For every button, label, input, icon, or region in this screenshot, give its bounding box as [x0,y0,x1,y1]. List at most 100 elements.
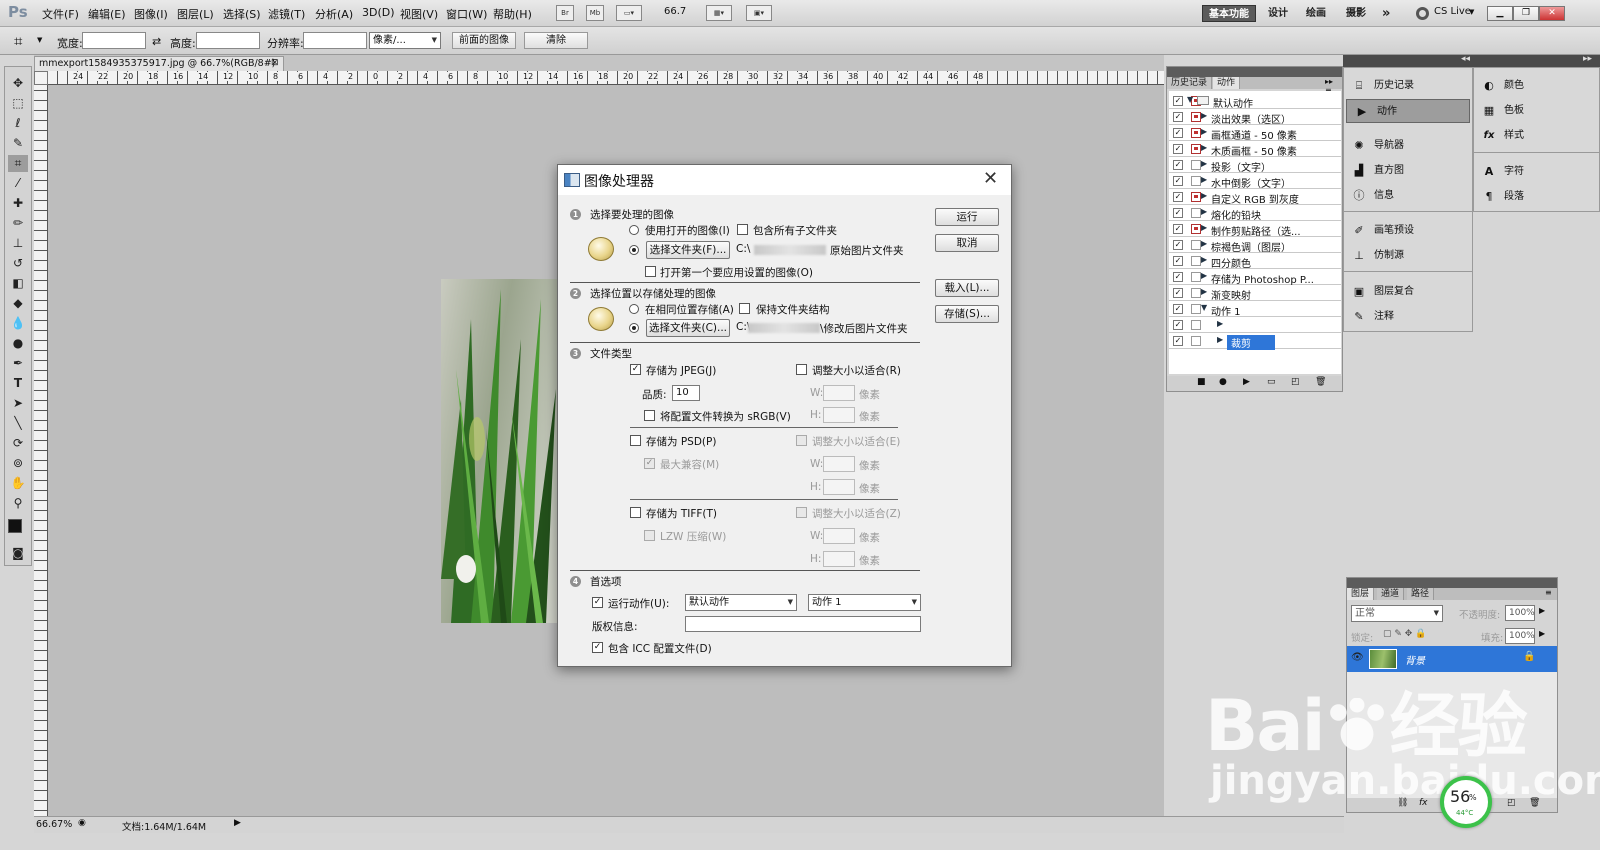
menu-select[interactable]: 选择(S) [223,6,261,22]
expand-triangle-icon[interactable]: ▼ [1187,95,1193,104]
cpu-badge[interactable]: 56 % 44°C [1440,776,1492,828]
collapse-triangle-icon[interactable]: ▶ [1201,255,1207,264]
line-tool-icon[interactable]: ╲ [8,415,28,432]
swap-icon[interactable]: ⇄ [152,35,161,48]
resize-psd-checkbox[interactable] [796,435,807,446]
workspace-essentials[interactable]: 基本功能 [1202,5,1256,22]
action-toggle-checkbox[interactable]: ✓ [1173,288,1183,298]
dodge-tool-icon[interactable]: ● [8,335,28,352]
use-open-images-radio[interactable] [629,225,639,235]
dock-clone-source[interactable]: ⊥ 仿制源 [1344,244,1472,268]
more-workspaces-icon[interactable]: » [1376,5,1396,22]
dialog-close-icon[interactable]: ✕ [983,168,998,189]
action-toggle-checkbox[interactable]: ✓ [1173,240,1183,250]
dock-brush-presets[interactable]: ✐ 画笔预设 [1344,219,1472,243]
collapse-triangle-icon[interactable]: ▶ [1217,335,1223,344]
action-dialog-toggle[interactable] [1191,192,1201,202]
save-as-jpeg-checkbox[interactable]: ✓ [630,364,641,375]
minimize-button[interactable]: ▁ [1487,6,1513,21]
action-row[interactable]: ✓ ▶ 投影（文字） [1169,157,1341,174]
action-row[interactable]: ✓ ▶ 淡出效果（选区） [1169,109,1341,126]
action-toggle-checkbox[interactable]: ✓ [1173,224,1183,234]
zoom-tool-icon[interactable]: ⚲ [8,495,28,512]
collapse-triangle-icon[interactable]: ▶ [1201,287,1207,296]
action-set-row[interactable]: ✓ ▼ 默认动作 [1169,93,1341,110]
brush-tool-icon[interactable]: ✏ [8,215,28,232]
action-row[interactable]: ✓ ▶ 制作剪贴路径（选... [1169,221,1341,238]
status-menu-arrow-icon[interactable]: ▶ [234,818,241,828]
screen-mode-button[interactable]: ▣▾ [746,5,772,21]
new-set-icon[interactable]: ▭ [1267,377,1276,387]
layer-row-background[interactable]: 👁 背景 🔒 [1347,646,1557,672]
workspace-painting[interactable]: 绘画 [1300,5,1332,22]
action-row[interactable]: ✓ ▶ 自定义 RGB 到灰度 [1169,189,1341,206]
menu-window[interactable]: 窗口(W) [446,6,487,22]
dock-styles[interactable]: fx 样式 [1474,124,1599,148]
zoom-level[interactable]: 66.7 [664,6,686,17]
resize-tiff-checkbox[interactable] [796,507,807,518]
healing-brush-tool-icon[interactable]: ✚ [8,195,28,212]
ruler-origin[interactable] [34,71,48,85]
resolution-input[interactable] [303,32,367,49]
copyright-input[interactable] [685,616,921,632]
psd-height-input[interactable] [823,479,855,495]
status-zoom[interactable]: 66.67% [36,819,72,830]
workspace-design[interactable]: 设计 [1262,5,1294,22]
action-row[interactable]: ✓ ▶ 存储为 Photoshop P... [1169,269,1341,286]
action-row[interactable]: ✓ ▶ 画框通道 - 50 像素 [1169,125,1341,142]
cancel-button[interactable]: 取消 [935,234,999,252]
layer-visibility-icon[interactable]: 👁 [1351,652,1364,663]
dock-color[interactable]: ◐ 颜色 [1474,74,1599,98]
select-source-folder-button[interactable]: 选择文件夹(F)... [646,241,730,259]
action-dialog-toggle[interactable] [1191,208,1201,218]
collapse-triangle-icon[interactable]: ▶ [1201,271,1207,280]
clone-stamp-tool-icon[interactable]: ⊥ [8,235,28,252]
new-action-icon[interactable]: ◰ [1291,377,1300,387]
delete-icon[interactable]: 🗑 [1315,377,1326,387]
run-button[interactable]: 运行 [935,208,999,226]
same-location-radio[interactable] [629,304,639,314]
dock-character[interactable]: A 字符 [1474,160,1599,184]
view-extras-button[interactable]: ▭▾ [616,5,642,21]
quick-mask-icon[interactable]: ◙ [8,545,28,562]
front-image-button[interactable]: 前面的图像 [452,32,516,49]
include-subfolders-checkbox[interactable] [737,224,748,235]
action-dialog-toggle[interactable] [1191,128,1201,138]
lock-icons[interactable]: ▢ ✎ ✥ 🔒 [1383,629,1426,639]
dock-info[interactable]: ⓘ 信息 [1344,184,1472,208]
crop-tool-icon[interactable]: ⌗ [8,155,28,172]
tiff-height-input[interactable] [823,551,855,567]
play-icon[interactable]: ▶ [1243,377,1250,387]
action-toggle-checkbox[interactable]: ✓ [1173,160,1183,170]
action-dialog-toggle[interactable] [1191,288,1201,298]
action-dialog-toggle[interactable] [1191,256,1201,266]
collapse-triangle-icon[interactable]: ▶ [1201,207,1207,216]
cs-live-dropdown-icon[interactable]: ▼ [1469,8,1474,16]
close-app-button[interactable]: ✕ [1539,6,1565,21]
resize-jpeg-checkbox[interactable] [796,364,807,375]
fill-slider-icon[interactable]: ▶ [1539,629,1545,638]
3d-rotate-tool-icon[interactable]: ⟳ [8,435,28,452]
select-source-folder-radio[interactable] [629,245,639,255]
collapse-triangle-icon[interactable]: ▶ [1201,143,1207,152]
select-destination-folder-radio[interactable] [629,323,639,333]
collapse-triangle-icon[interactable]: ▶ [1217,319,1223,328]
menu-help[interactable]: 帮助(H) [493,6,532,22]
cs-live-menu[interactable]: CS Live [1434,6,1471,17]
document-image[interactable] [441,279,559,623]
save-as-tiff-checkbox[interactable] [630,507,641,518]
action-dialog-toggle[interactable] [1191,240,1201,250]
action-row[interactable]: ✓ ▶ 四分颜色 [1169,253,1341,270]
open-first-image-checkbox[interactable] [645,266,656,277]
pen-tool-icon[interactable]: ✒ [8,355,28,372]
eraser-tool-icon[interactable]: ◧ [8,275,28,292]
history-brush-tool-icon[interactable]: ↺ [8,255,28,272]
jpeg-height-input[interactable] [823,407,855,423]
gradient-tool-icon[interactable]: ◆ [8,295,28,312]
hand-tool-icon[interactable]: ✋ [8,475,28,492]
dock-actions[interactable]: ▶ 动作 [1346,99,1470,123]
action-row[interactable]: ✓ ▶ 棕褐色调（图层） [1169,237,1341,254]
move-tool-icon[interactable]: ✥ [8,75,28,92]
action-dialog-toggle[interactable] [1191,272,1201,282]
resolution-unit-select[interactable]: 像素/... [369,32,441,49]
